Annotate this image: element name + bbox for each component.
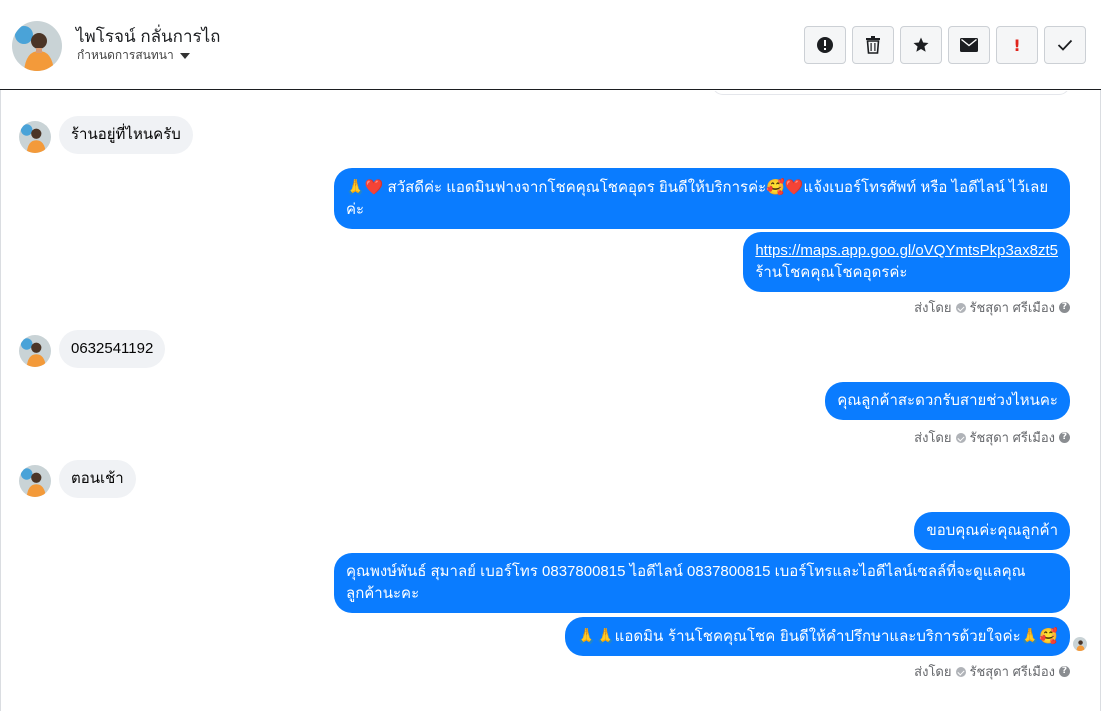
sent-by-agent[interactable]: รัชสุดา ศรีเมือง xyxy=(970,297,1056,318)
conversation-settings-label: กำหนดการสนทนา xyxy=(77,48,174,62)
sent-by-agent[interactable]: รัชสุดา ศรีเมือง xyxy=(970,427,1056,448)
sent-by-line: ส่งโดย รัชสุดา ศรีเมือง ? xyxy=(914,427,1070,448)
trash-icon xyxy=(866,36,880,54)
star-icon xyxy=(913,37,929,52)
help-icon[interactable]: ? xyxy=(1059,432,1070,443)
report-button[interactable] xyxy=(804,26,846,64)
message-text: ขอบคุณค่ะคุณลูกค้า xyxy=(926,522,1058,539)
incoming-message[interactable]: ร้านอยู่ที่ไหนครับ xyxy=(59,116,193,154)
seen-avatar xyxy=(1073,637,1087,651)
star-button[interactable] xyxy=(900,26,942,64)
sent-by-label: ส่งโดย xyxy=(914,664,952,679)
sent-by-agent[interactable]: รัชสุดา ศรีเมือง xyxy=(970,661,1056,682)
previous-message-edge xyxy=(712,91,1070,95)
outgoing-message[interactable]: https://maps.app.goo.gl/oVQYmtsPkp3ax8zt… xyxy=(743,232,1070,292)
sent-by-label: ส่งโดย xyxy=(914,300,952,315)
message-emoji: 🙏❤️ xyxy=(346,178,384,196)
sent-by-line: ส่งโดย รัชสุดา ศรีเมือง ? xyxy=(914,297,1070,318)
message-thread[interactable]: ร้านอยู่ที่ไหนครับ 🙏❤️ สวัสดีค่ะ แอดมินฟ… xyxy=(0,91,1101,711)
contact-avatar-small xyxy=(19,121,51,153)
message-text: 🙏🙏แอดมิน ร้านโชคคุณโชค ยินดีให้คำปรึกษาแ… xyxy=(577,627,1058,645)
incoming-message[interactable]: 0632541192 xyxy=(59,330,166,368)
check-icon xyxy=(1057,39,1073,51)
verified-icon xyxy=(955,432,966,443)
mark-unread-button[interactable] xyxy=(948,26,990,64)
header-actions: ! xyxy=(804,26,1086,64)
mark-important-button[interactable]: ! xyxy=(996,26,1038,64)
conversation-settings-dropdown[interactable]: กำหนดการสนทนา xyxy=(77,46,190,65)
incoming-message[interactable]: ตอนเช้า xyxy=(59,460,136,498)
verified-icon xyxy=(955,302,966,313)
verified-icon xyxy=(955,666,966,677)
outgoing-message[interactable]: 🙏❤️ สวัสดีค่ะ แอดมินฟางจากโชคคุณโชคอุดร … xyxy=(334,168,1070,229)
caret-down-icon xyxy=(179,53,190,59)
outgoing-message[interactable]: คุณพงษ์พันธ์ สุมาลย์ เบอร์โทร 0837800815… xyxy=(334,553,1070,613)
exclamation-icon: ! xyxy=(1013,35,1021,55)
message-text: ร้านโชคคุณโชคอุดรค่ะ xyxy=(755,264,908,281)
message-link[interactable]: https://maps.app.goo.gl/oVQYmtsPkp3ax8zt… xyxy=(755,242,1058,259)
help-icon[interactable]: ? xyxy=(1059,302,1070,313)
envelope-icon xyxy=(960,38,978,52)
help-icon[interactable]: ? xyxy=(1059,666,1070,677)
contact-avatar[interactable] xyxy=(12,21,62,71)
contact-avatar-small xyxy=(19,465,51,497)
conversation-header: ไพโรจน์ กลั่นการไถ กำหนดการสนทนา ! xyxy=(0,0,1101,90)
message-text: คุณลูกค้าสะดวกรับสายช่วงไหนคะ xyxy=(837,392,1058,409)
contact-avatar-small xyxy=(19,335,51,367)
sent-by-label: ส่งโดย xyxy=(914,430,952,445)
message-text: สวัสดีค่ะ แอดมินฟางจากโชคคุณโชคอุดร ยินด… xyxy=(346,179,1049,218)
message-text: คุณพงษ์พันธ์ สุมาลย์ เบอร์โทร 0837800815… xyxy=(346,563,1026,602)
outgoing-message[interactable]: 🙏🙏แอดมิน ร้านโชคคุณโชค ยินดีให้คำปรึกษาแ… xyxy=(565,617,1070,656)
sent-by-line: ส่งโดย รัชสุดา ศรีเมือง ? xyxy=(914,661,1070,682)
outgoing-message[interactable]: ขอบคุณค่ะคุณลูกค้า xyxy=(914,512,1070,550)
done-button[interactable] xyxy=(1044,26,1086,64)
alert-circle-icon xyxy=(817,37,833,53)
delete-button[interactable] xyxy=(852,26,894,64)
outgoing-message[interactable]: คุณลูกค้าสะดวกรับสายช่วงไหนคะ xyxy=(825,382,1070,420)
